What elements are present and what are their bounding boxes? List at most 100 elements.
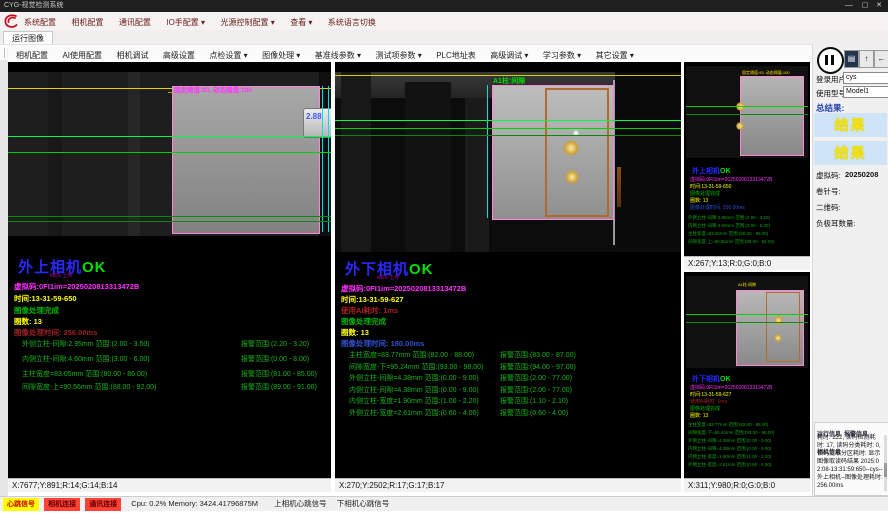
alarm-range-text: 报警范围:(0.60 - 4.00) — [500, 408, 568, 418]
close-button[interactable]: ✕ — [872, 0, 886, 12]
return-button[interactable]: ← — [874, 50, 888, 68]
mes-status-text: MES:上传 — [377, 274, 399, 281]
result-ok-badge: OK — [82, 259, 107, 276]
process-status-text: 图像处理完成 — [690, 190, 720, 197]
roi-orange-rect — [766, 292, 800, 362]
window-controls: –▢✕ — [844, 0, 886, 12]
pause-icon — [831, 55, 834, 65]
measurement-row: 外侧立柱-间隙=4.38mm 范围:(0.00 - 9.00) 报警范围:(2.0… — [349, 373, 679, 383]
alarm-range-text: 报警范围:(2.00 - 77.00) — [500, 373, 572, 383]
move-up-button[interactable]: ↑ — [859, 50, 874, 68]
login-user-value[interactable]: cys — [843, 72, 888, 84]
measure-text: 外侧立柱-间隙=4.38mm 范围:(0.00 - 9.00) — [349, 375, 479, 382]
alarm-range-text: 报警范围:(0.00 - 8.00) — [241, 354, 309, 364]
alarm-range-text: 报警范围:(94.00 - 97.00) — [500, 362, 576, 372]
barcode-text: 虚拟码:0FI1im=2025020813313472B — [14, 281, 139, 292]
log-text: 耗时: 222, 读码检测耗时: 17, 读码分类耗时: 0, 读码提取分区耗时… — [817, 434, 883, 490]
negative-tab-count-label: 负极耳数量: — [816, 218, 856, 229]
time-text: 时间:13-31-59-650 — [690, 183, 731, 190]
measurement-row: 间隙宽度-下=95.24mm 范围:(93.00 - 98.00) 报警范围:(9… — [349, 362, 679, 372]
alarm-range-text: 报警范围:(1.10 - 2.10) — [500, 396, 568, 406]
measure-overlay-value: 2.88 — [306, 112, 322, 121]
virtual-code-label: 虚拟码: — [816, 170, 841, 181]
time-text: 时间:13-31-59-627 — [341, 294, 404, 305]
maximize-button[interactable]: ▢ — [858, 0, 872, 12]
ai-time-text: 使用AI耗时: 1ms — [690, 398, 727, 405]
roi-label-text: A1柱:间隙 — [493, 76, 525, 86]
overlay-green-line — [335, 120, 681, 121]
barcode-text: 虚拟码:0FI1im=2025020813313472B — [690, 176, 772, 183]
minimize-button[interactable]: – — [844, 0, 858, 12]
model-value[interactable]: Model1 — [843, 86, 888, 98]
measure-text: 间隙宽度-下=95.24mm 范围:(93.00 - 98.00) — [349, 364, 483, 371]
cpu-memory-text: Cpu: 0.2% Memory: 3424.41796875M — [131, 497, 258, 510]
needle-number-label: 卷针号: — [816, 186, 841, 197]
measure-text: 外侧立柱-宽度=2.61mm 范围:(0.60 - 4.00) — [349, 410, 479, 417]
app-window: CYG-视觉检测系统 – –▢✕ 系统配置 相机配置 通讯配置 IO手配置 ▾ … — [0, 0, 888, 522]
lower-camera-image[interactable]: A1柱:间隙 — [335, 72, 681, 252]
measure-text: 内侧立柱-间隙:4.60mm 范围:(3.00 - 6.00) — [22, 356, 150, 363]
machine-shadow — [616, 72, 681, 252]
measurement-row: 主柱宽度=83.05mm 范围:(80.00 - 86.00)报警范围:(81.… — [22, 369, 329, 379]
time-text: 时间:13-31-59-650 — [14, 293, 77, 304]
tab-run-image[interactable]: 运行图像 — [3, 31, 53, 45]
measure-text: 外侧立柱-宽度=2.61mm 范围:(0.60 - 4.00) — [688, 462, 771, 468]
comm-connection-badge: 通讯连接 — [85, 498, 121, 511]
time-text: 时间:13-31-59-627 — [690, 391, 731, 398]
overlay-green-line — [8, 136, 331, 137]
status-bar: 心跳信号 相机连接 通讯连接 Cpu: 0.2% Memory: 3424.41… — [0, 496, 888, 511]
detected-part-region — [740, 76, 804, 156]
thumbnail-image[interactable]: A1柱:间隙 — [686, 276, 808, 368]
pixel-coords-bar: X:267;Y:13;R:0;G:0;B:0 — [684, 256, 810, 270]
menu-bar: 系统配置 相机配置 通讯配置 IO手配置 ▾ 光源控制配置 ▾ 查看 ▾ 系统语… — [0, 12, 888, 31]
camera-connection-badge: 相机连接 — [44, 498, 80, 511]
upper-camera-thumbnail[interactable]: 固定阈值:93, 动态阈值:100 外上相机OK 虚拟码:0FI1im=2025… — [684, 62, 810, 270]
pixel-coords-bar: X:270;Y:2502;R:17;G:17;B:17 — [335, 478, 681, 492]
panel-toggle-button[interactable]: ▤ — [844, 50, 859, 68]
measurement-row: 外侧立柱-宽度=2.61mm 范围:(0.60 - 4.00) 报警范围:(0.6… — [349, 408, 679, 418]
barcode-text: 虚拟码:0FI1im=2025020813313472B — [690, 384, 772, 391]
qr-code-label: 二维码: — [816, 202, 841, 213]
measure-text: 间隙宽度-下=95.24mm 范围:(93.00 - 98.00) — [688, 430, 774, 436]
lower-camera-thumbnail[interactable]: A1柱:间隙 外下相机OK 虚拟码:0FI1im=202502081331347… — [684, 272, 810, 492]
overlay-green-line — [335, 135, 681, 136]
tab-strip: 运行图像 — [0, 30, 888, 44]
upper-camera-image[interactable]: 固定阈值:93, 动态阈值:100 2.88 — [8, 72, 331, 236]
machine-shadow — [465, 98, 489, 252]
machine-shadow — [341, 72, 371, 252]
pause-icon — [825, 55, 828, 65]
process-time-text: 图像处理时间: 256.00ms — [690, 204, 745, 211]
measure-text: 主柱宽度=83.05mm 范围:(80.00 - 86.00) — [688, 231, 768, 237]
alarm-range-text: 报警范围:(2.20 - 3.20) — [241, 339, 309, 349]
side-panel: ▤ ↑ ← 登录用户: cys 使用型号: Model1 总结果: 结果 结果 … — [812, 44, 888, 496]
thumbnail-image[interactable]: 固定阈值:93, 动态阈值:100 — [686, 66, 808, 158]
threshold-overlay-text: 固定阈值:93, 动态阈值:100 — [174, 84, 252, 94]
result-ok-badge: OK — [720, 168, 731, 175]
alarm-range-text: 报警范围:(81.00 - 85.00) — [241, 369, 317, 379]
lower-camera-heartbeat-text: 下相机心跳信号 — [337, 497, 390, 510]
measure-text: 外侧立柱-间隙:2.95mm 范围:(2.00 - 3.50) — [688, 215, 770, 221]
measure-text: 外侧立柱-间隙=4.38mm 范围:(0.00 - 9.00) — [688, 438, 771, 444]
loop-count-text: 圈数: 13 — [341, 327, 369, 338]
measurement-row: 内侧立柱-间隙=4.38mm 范围:(0.00 - 9.00) 报警范围:(2.0… — [349, 385, 679, 395]
measurement-row: 间隙宽度-上=90.56mm 范围:(88.00 - 92.00)报警范围:(8… — [22, 382, 329, 392]
arrow-left-icon: ← — [878, 54, 886, 63]
measure-text: 间隙宽度-上=90.56mm 范围:(88.00 - 92.00) — [688, 239, 774, 245]
camera-result-title: 外下相机OK — [692, 374, 731, 384]
detected-part-region — [172, 86, 320, 234]
measurement-row: 外侧立柱-间隙:2.95mm 范围:(2.00 - 3.50)报警范围:(2.2… — [22, 339, 329, 349]
virtual-code-value: 20250208 — [845, 170, 878, 179]
overlay-cyan-line — [322, 86, 323, 232]
alarm-range-text: 报警范围:(2.00 - 77.00) — [500, 385, 572, 395]
info-log-panel: 运行信息报警信息相机信息 耗时: 222, 读码检测耗时: 17, 读码分类耗时… — [814, 422, 888, 496]
pause-button[interactable] — [817, 47, 844, 74]
measure-text: 内侧立柱-间隙=4.38mm 范围:(0.00 - 9.00) — [349, 387, 479, 394]
measurement-row: 内侧立柱-间隙:4.60mm 范围:(3.00 - 6.00) 报警范围:(0.0… — [22, 354, 329, 364]
log-scrollbar-thumb[interactable] — [884, 463, 887, 477]
machine-copper-glint — [617, 167, 621, 207]
upper-camera-view: 固定阈值:93, 动态阈值:100 2.88 外上相机OK MES:上传 虚拟码… — [8, 62, 331, 492]
ai-time-text: 使用AI耗时: 1ms — [341, 305, 398, 316]
result-ok-badge: OK — [409, 261, 434, 278]
overlay-green-line — [686, 106, 808, 107]
overlay-green-line — [8, 216, 331, 217]
